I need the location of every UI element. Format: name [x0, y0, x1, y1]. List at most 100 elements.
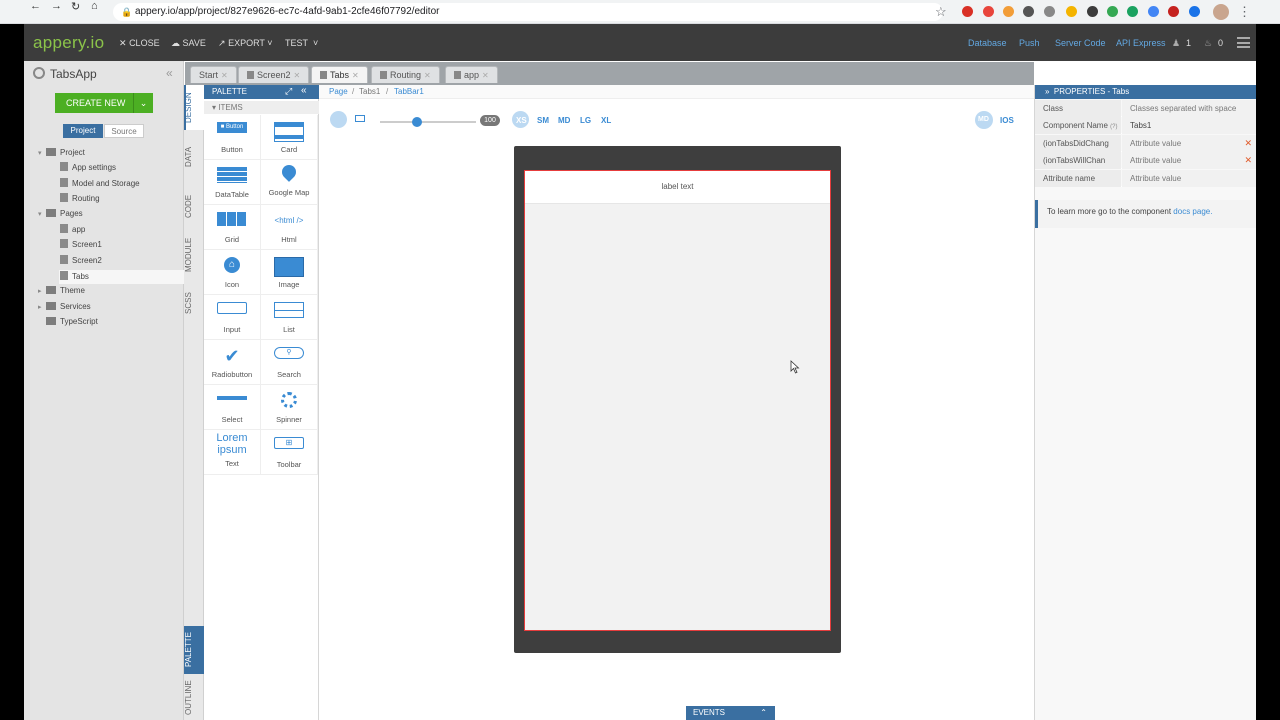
property-key[interactable]: (ionTabsWillChan: [1035, 152, 1121, 169]
more-icon[interactable]: ⋮: [1238, 4, 1251, 20]
items-header[interactable]: ▾ ITEMS: [204, 101, 319, 114]
avatar[interactable]: [1213, 4, 1229, 20]
menu-icon[interactable]: [1237, 37, 1250, 48]
bell-icon[interactable]: ♨: [1204, 38, 1212, 49]
palette-item-search[interactable]: ⚲ Search: [261, 340, 318, 385]
tab-outline[interactable]: OUTLINE: [184, 678, 204, 718]
property-value-input[interactable]: Attribute value: [1122, 135, 1256, 152]
breadcrumb-tabbar1[interactable]: TabBar1: [394, 87, 424, 96]
device-screen[interactable]: [524, 170, 831, 631]
extension-icon[interactable]: [1107, 6, 1118, 17]
tree-item-routing[interactable]: Routing: [60, 192, 100, 206]
tabbar-component[interactable]: label text: [525, 171, 830, 204]
tree-item-typescript[interactable]: TypeScript: [38, 315, 98, 329]
breadcrumb-page[interactable]: Page: [329, 87, 348, 96]
expand-icon[interactable]: ▸: [38, 285, 46, 299]
tab-app[interactable]: app ✕: [445, 66, 498, 83]
address-bar[interactable]: 🔒 appery.io/app/project/827e9626-ec7c-4a…: [113, 3, 943, 21]
tab-design[interactable]: DESIGN: [184, 90, 204, 126]
palette-item-card[interactable]: Card: [261, 115, 318, 160]
property-key[interactable]: (ionTabsDidChang: [1035, 135, 1121, 152]
database-link[interactable]: Database: [968, 38, 1007, 48]
push-link[interactable]: Push: [1019, 38, 1040, 48]
expand-icon[interactable]: »: [1045, 87, 1049, 96]
close-icon[interactable]: ✕: [294, 71, 301, 80]
home-icon[interactable]: ⌂: [91, 0, 98, 12]
palette-item-html[interactable]: <html /> Html: [261, 205, 318, 250]
events-panel-toggle[interactable]: EVENTS ⌃: [686, 706, 775, 720]
attribute-value-input[interactable]: Attribute value: [1122, 170, 1256, 187]
extension-icon[interactable]: [1003, 6, 1014, 17]
breakpoint-xs[interactable]: XS: [516, 116, 527, 125]
tab-routing[interactable]: Routing ✕: [371, 66, 440, 83]
tab-palette[interactable]: PALETTE: [184, 630, 204, 670]
tree-item-screen2[interactable]: Screen2: [60, 254, 102, 268]
tab-label-text[interactable]: label text: [661, 182, 693, 191]
palette-item-button[interactable]: ■ Button Button: [204, 115, 261, 160]
mode-ios[interactable]: IOS: [1000, 116, 1014, 125]
extension-icon[interactable]: [962, 6, 973, 17]
tree-item-tabs[interactable]: Tabs: [60, 270, 89, 284]
extension-icon[interactable]: [983, 6, 994, 17]
extension-icon[interactable]: [1066, 6, 1077, 17]
palette-item-datatable[interactable]: DataTable: [204, 160, 261, 205]
close-icon[interactable]: ✕: [482, 71, 489, 80]
breakpoint-sm[interactable]: SM: [537, 116, 549, 125]
forward-icon[interactable]: →: [51, 0, 62, 12]
expand-icon[interactable]: ⤢: [285, 86, 292, 97]
tab-code[interactable]: CODE: [184, 192, 204, 220]
extension-icon[interactable]: [1087, 6, 1098, 17]
help-icon[interactable]: (?): [1110, 124, 1117, 130]
palette-item-list[interactable]: List: [261, 295, 318, 340]
tree-item-project[interactable]: ▾ Project: [38, 146, 85, 160]
collapse-panel-icon[interactable]: «: [166, 66, 173, 80]
attribute-name-input[interactable]: Attribute name: [1035, 170, 1121, 187]
extension-icon[interactable]: [1023, 6, 1034, 17]
tree-item-services[interactable]: ▸ Services: [38, 300, 91, 314]
breadcrumb-tabs1[interactable]: Tabs1: [359, 87, 380, 96]
palette-item-icon[interactable]: ⌂ Icon: [204, 250, 261, 295]
extension-icon[interactable]: [1044, 6, 1055, 17]
expand-icon[interactable]: ▾: [38, 147, 46, 161]
extension-icon[interactable]: [1148, 6, 1159, 17]
expand-icon[interactable]: ▸: [38, 301, 46, 315]
tree-item-model-storage[interactable]: Model and Storage: [60, 177, 140, 191]
tree-item-screen1[interactable]: Screen1: [60, 238, 102, 252]
extension-icon[interactable]: [1127, 6, 1138, 17]
palette-item-text[interactable]: Lorem ipsum Text: [204, 430, 261, 475]
reload-icon[interactable]: ↻: [71, 0, 80, 13]
tree-item-app[interactable]: app: [60, 223, 85, 237]
palette-item-image[interactable]: Image: [261, 250, 318, 295]
chevron-down-icon[interactable]: ⌄: [133, 93, 153, 113]
extension-icon[interactable]: [1189, 6, 1200, 17]
tab-module[interactable]: MODULE: [184, 235, 204, 275]
close-icon[interactable]: ✕: [221, 71, 228, 80]
source-tab[interactable]: Source: [104, 124, 144, 138]
property-value-input[interactable]: Classes separated with space: [1122, 100, 1256, 117]
breakpoint-xl[interactable]: XL: [601, 116, 611, 125]
server-code-link[interactable]: Server Code: [1055, 38, 1106, 48]
tree-item-app-settings[interactable]: App settings: [60, 161, 116, 175]
phone-portrait-icon[interactable]: [330, 111, 347, 128]
landscape-icon[interactable]: [355, 115, 365, 122]
breakpoint-md[interactable]: MD: [558, 116, 570, 125]
palette-item-grid[interactable]: Grid: [204, 205, 261, 250]
appery-logo[interactable]: appery.io: [33, 33, 104, 53]
breakpoint-lg[interactable]: LG: [580, 116, 591, 125]
tree-item-pages[interactable]: ▾ Pages: [38, 207, 83, 221]
close-icon[interactable]: ✕: [352, 71, 359, 80]
test-button[interactable]: TEST: [285, 38, 308, 48]
mode-md[interactable]: MD: [978, 116, 989, 123]
palette-item-spinner[interactable]: Spinner: [261, 385, 318, 430]
project-tab[interactable]: Project: [63, 124, 103, 138]
tab-scss[interactable]: SCSS: [184, 290, 204, 316]
test-dropdown-chevron-icon[interactable]: ˅: [313, 38, 318, 48]
remove-icon[interactable]: ✕: [1244, 152, 1252, 169]
back-icon[interactable]: ←: [30, 0, 41, 12]
close-icon[interactable]: ✕: [424, 71, 431, 80]
zoom-slider-track[interactable]: [380, 121, 476, 123]
create-new-button[interactable]: CREATE NEW ⌄: [55, 93, 153, 113]
palette-item-radiobutton[interactable]: ✔ Radiobutton: [204, 340, 261, 385]
tab-tabs[interactable]: Tabs ✕: [311, 66, 368, 83]
palette-item-toolbar[interactable]: ⊞ Toolbar: [261, 430, 318, 475]
